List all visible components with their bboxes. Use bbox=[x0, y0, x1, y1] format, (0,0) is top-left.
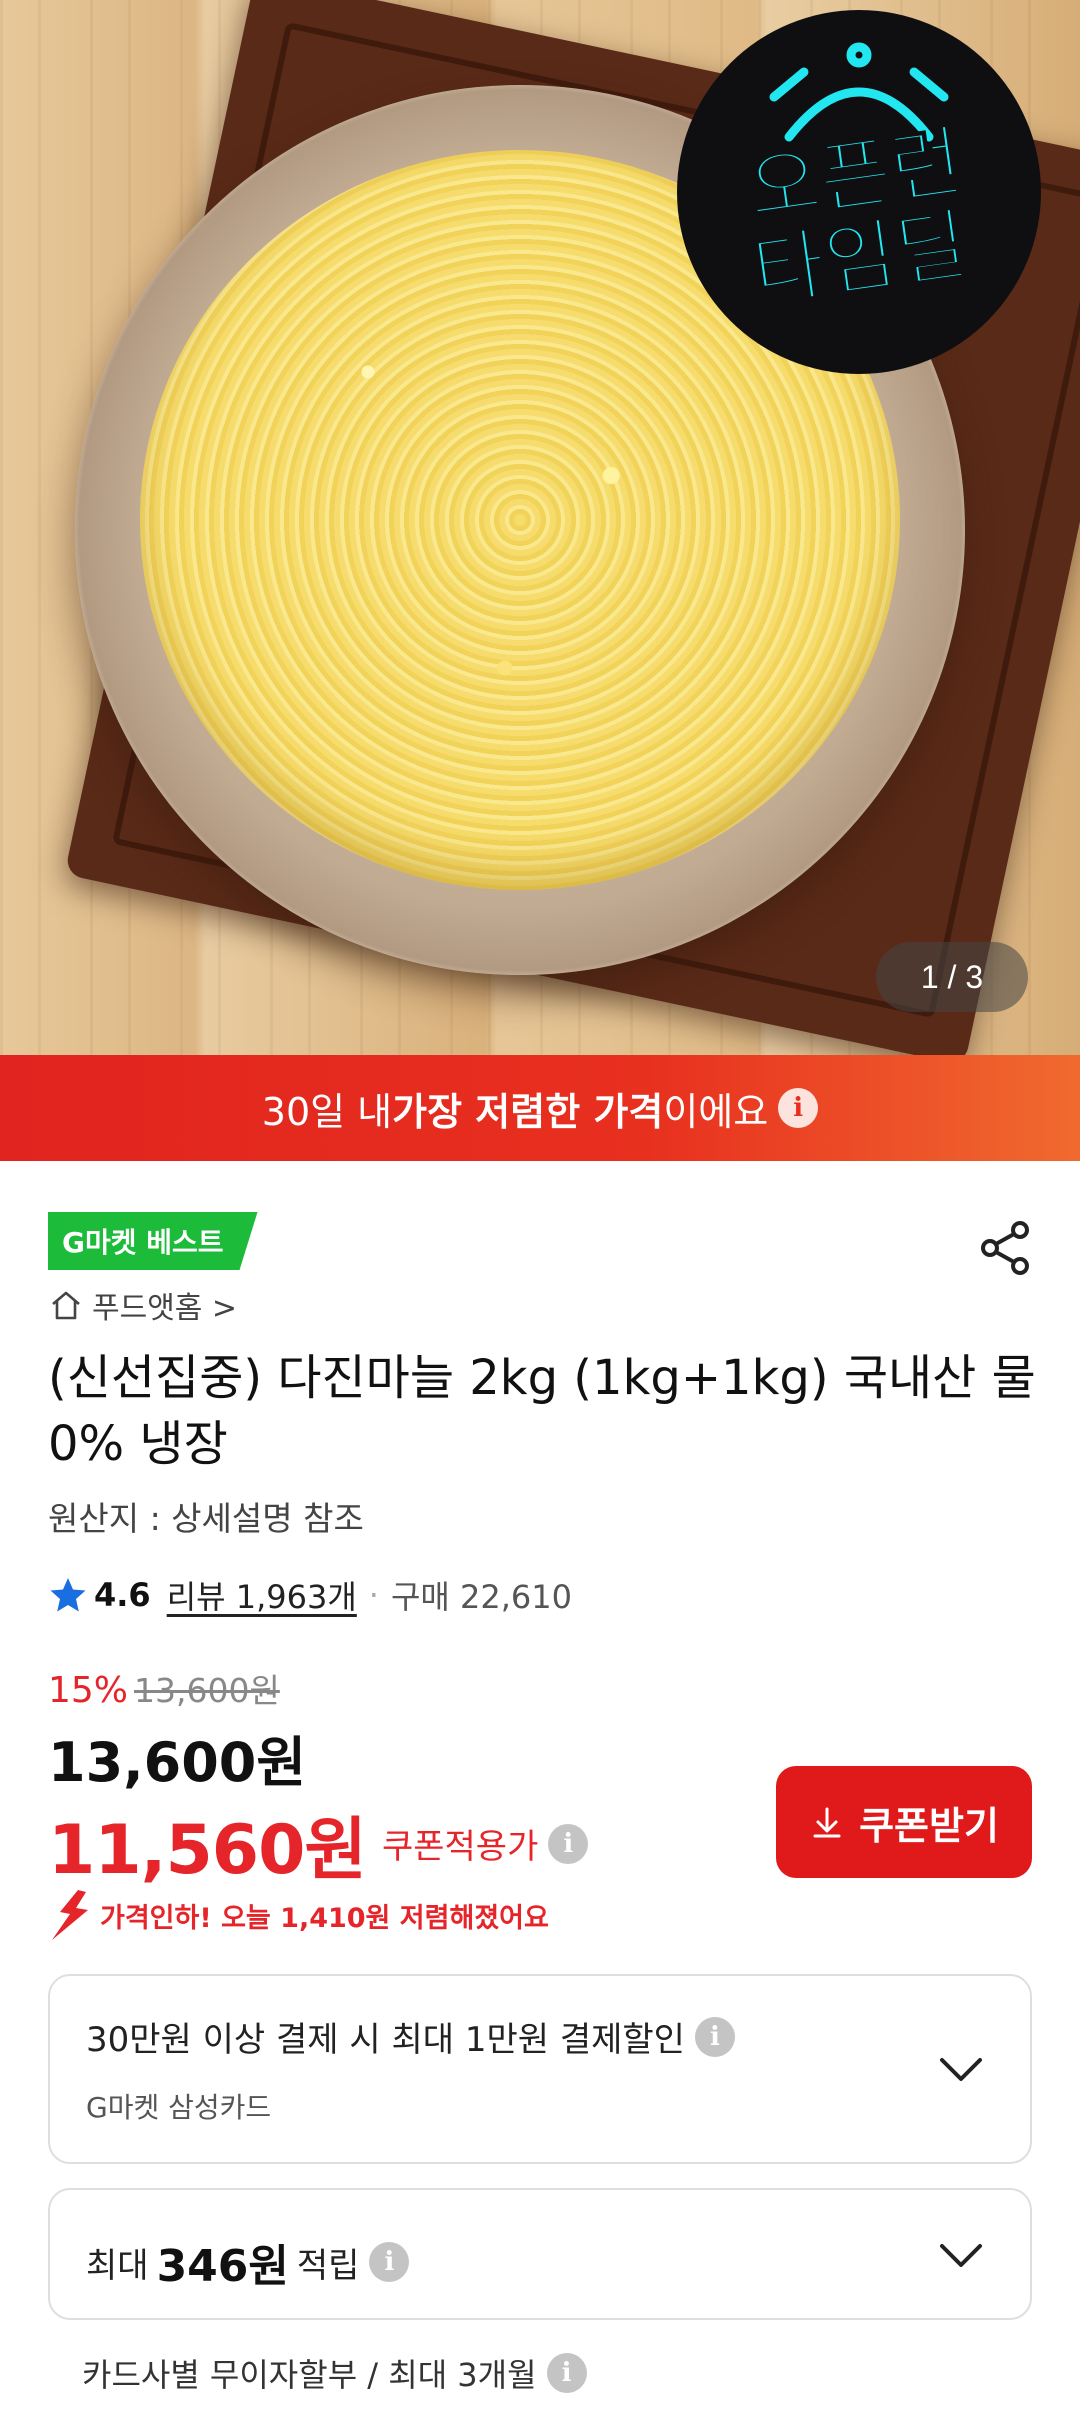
gmarket-best-badge: G마켓 베스트 bbox=[48, 1212, 258, 1270]
review-count-link[interactable]: 리뷰 1,963개 bbox=[167, 1572, 357, 1618]
rating-row: 4.6 리뷰 1,963개 · 구매 22,610 bbox=[48, 1570, 572, 1620]
coupon-price-label: 쿠폰적용가 bbox=[381, 1827, 539, 1867]
original-price: 13,600원 bbox=[134, 1671, 280, 1710]
image-counter: 1 / 3 bbox=[876, 942, 1028, 1012]
points-info-icon[interactable]: i bbox=[369, 2242, 410, 2282]
get-coupon-button[interactable]: 쿠폰받기 bbox=[776, 1766, 1032, 1878]
points-row: 최대 346원 적립 i bbox=[86, 2230, 410, 2294]
rating-score: 4.6 bbox=[94, 1576, 151, 1614]
download-icon bbox=[813, 1807, 841, 1838]
installment-text: 카드사별 무이자할부 / 최대 3개월 bbox=[82, 2356, 537, 2394]
card-discount-card[interactable]: 30만원 이상 결제 시 최대 1만원 결제할인 i G마켓 삼성카드 bbox=[48, 1974, 1032, 2164]
origin-info: 원산지 : 상세설명 참조 bbox=[48, 1499, 364, 1538]
installment-row: 카드사별 무이자할부 / 최대 3개월 i bbox=[82, 2350, 587, 2396]
share-icon[interactable] bbox=[976, 1218, 1036, 1278]
points-card[interactable]: 최대 346원 적립 i bbox=[48, 2188, 1032, 2320]
points-suffix: 적립 bbox=[296, 2245, 360, 2286]
banner-suffix: 이에요 bbox=[663, 1089, 769, 1134]
star-icon bbox=[50, 1578, 86, 1612]
store-name: 푸드앳홈 > bbox=[92, 1291, 238, 1326]
purchase-count: 구매 22,610 bbox=[390, 1578, 572, 1616]
banner-highlight: 가장 저렴한 가격 bbox=[392, 1089, 664, 1134]
banner-prefix: 30일 내 bbox=[261, 1089, 393, 1134]
discount-row: 15% 13,600원 bbox=[48, 1664, 280, 1712]
info-icon[interactable]: i bbox=[778, 1088, 819, 1128]
store-link[interactable]: 푸드앳홈 > bbox=[48, 1285, 238, 1326]
card-discount-info-icon[interactable]: i bbox=[694, 2016, 735, 2057]
home-icon bbox=[52, 1291, 80, 1320]
coupon-price: 11,560원 bbox=[48, 1811, 367, 1890]
card-discount-text: 30만원 이상 결제 시 최대 1만원 결제할인 bbox=[86, 2020, 685, 2060]
lowest-price-banner[interactable]: 30일 내 가장 저렴한 가격 이에요 i bbox=[0, 1055, 1080, 1161]
card-discount-row: 30만원 이상 결제 시 최대 1만원 결제할인 i bbox=[86, 2012, 735, 2061]
installment-info-icon[interactable]: i bbox=[546, 2353, 587, 2393]
price-down-arrow-icon bbox=[52, 1890, 88, 1940]
card-name: G마켓 삼성카드 bbox=[86, 2091, 272, 2124]
separator-dot: · bbox=[368, 1576, 379, 1614]
product-image-carousel[interactable]: 오픈런 타임딜 1 / 3 bbox=[0, 0, 1080, 1055]
alarm-clock-icon: 오픈런 타임딜 bbox=[742, 42, 974, 320]
discount-rate: 15% bbox=[48, 1670, 129, 1711]
product-title: (신선집중) 다진마늘 2kg (1kg+1kg) 국내산 물0% 냉장 bbox=[48, 1350, 1036, 1472]
get-coupon-label: 쿠폰받기 bbox=[859, 1803, 999, 1848]
price-drop-notice: 가격인하! 오늘 1,410원 저렴해졌어요 bbox=[48, 1888, 549, 1942]
sale-price: 13,600원 bbox=[48, 1731, 307, 1794]
chevron-down-icon[interactable] bbox=[938, 2242, 984, 2270]
coupon-price-row: 11,560원 쿠폰적용가 i bbox=[48, 1794, 589, 1893]
chevron-down-icon[interactable] bbox=[938, 2056, 984, 2084]
coupon-info-icon[interactable]: i bbox=[548, 1823, 589, 1864]
price-drop-text: 가격인하! 오늘 1,410원 저렴해졌어요 bbox=[100, 1902, 549, 1934]
open-run-time-deal-badge: 오픈런 타임딜 bbox=[677, 10, 1041, 374]
points-value: 346원 bbox=[156, 2241, 289, 2292]
points-prefix: 최대 bbox=[86, 2245, 149, 2286]
